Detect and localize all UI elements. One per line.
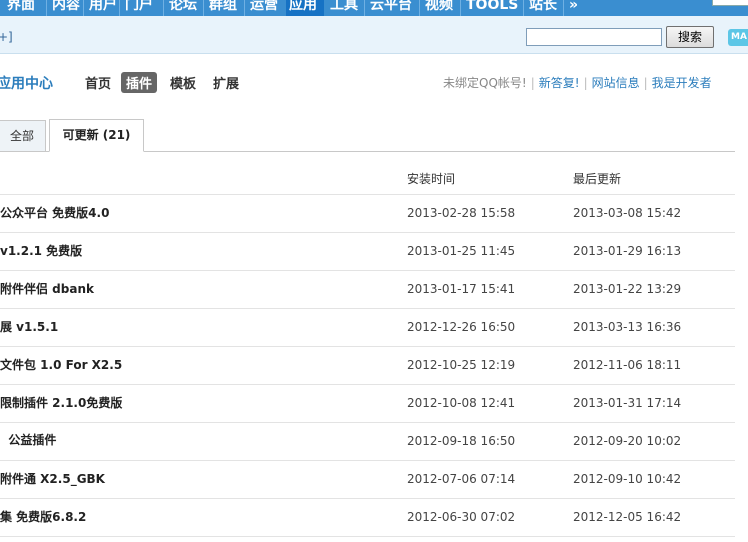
nav-separator [163,0,164,16]
plugin-name[interactable]: 文件包 1.0 For X2.5 [0,356,122,373]
subnav-templates[interactable]: 模板 [170,73,196,92]
install-time: 2012-10-25 12:19 [407,358,516,372]
last-update-time: 2013-03-13 16:36 [573,320,682,334]
expand-toggle[interactable]: +] [0,30,13,44]
row-divider [0,422,735,423]
search-input[interactable] [526,28,662,46]
row-divider [0,270,735,271]
link-divider: | [530,76,535,90]
install-time: 2013-01-25 11:45 [407,244,516,258]
subnav-home[interactable]: 首页 [85,73,111,92]
install-time: 2013-02-28 15:58 [407,206,516,220]
map-badge[interactable]: MA [728,29,748,46]
search-button[interactable]: 搜索 [666,26,714,48]
new-replies-link[interactable]: 新答复! [539,76,580,90]
plugin-name[interactable]: 公众平台 免费版4.0 [0,204,109,221]
plugin-name[interactable]: 限制插件 2.1.0免费版 [0,394,122,411]
subnav-plugins[interactable]: 插件 [121,72,158,93]
row-divider [0,232,735,233]
top-right-box [712,0,748,6]
nav-more-icon[interactable]: » [566,0,581,16]
last-update-time: 2012-12-05 16:42 [573,510,682,524]
nav-item-tools[interactable]: 工具 [327,0,361,16]
nav-item-video[interactable]: 视频 [422,0,456,16]
row-divider [0,460,735,461]
qq-bind-notice: 未绑定QQ帐号! [443,76,527,90]
nav-separator [523,0,524,16]
last-update-time: 2012-09-20 10:02 [573,434,682,448]
nav-separator [83,0,84,16]
nav-item-tools-en[interactable]: TOOLS [463,0,521,16]
developer-link[interactable]: 我是开发者 [652,76,712,90]
install-time: 2013-01-17 15:41 [407,282,516,296]
last-update-time: 2013-01-29 16:13 [573,244,682,258]
last-update-time: 2013-03-08 15:42 [573,206,682,220]
plugin-name[interactable]: 附件通 X2.5_GBK [0,470,105,487]
nav-separator [119,0,120,16]
site-info-link[interactable]: 网站信息 [592,76,640,90]
nav-item-forum[interactable]: 论坛 [166,0,200,16]
column-header-last-update: 最后更新 [573,172,622,186]
install-time: 2012-10-08 12:41 [407,396,516,410]
plugin-name[interactable]: 展 v1.5.1 [0,318,58,335]
install-time: 2012-12-26 16:50 [407,320,516,334]
header-links: 未绑定QQ帐号! | 新答复! | 网站信息 | 我是开发者 [443,74,712,91]
search-bar: +] 搜索 MA [0,16,748,54]
nav-item-groups[interactable]: 群组 [206,0,240,16]
tab-updatable[interactable]: 可更新 (21) [49,119,144,152]
nav-separator [244,0,245,16]
nav-separator [46,0,47,16]
row-divider [0,194,735,195]
subnav-extensions[interactable]: 扩展 [213,73,239,92]
nav-separator [419,0,420,16]
plugin-name[interactable]: 公益插件 [0,431,56,448]
last-update-time: 2013-01-31 17:14 [573,396,682,410]
nav-item-content[interactable]: 内容 [49,0,83,16]
plugin-name[interactable]: 附件伴侣 dbank [0,280,94,297]
row-divider [0,498,735,499]
last-update-time: 2013-01-22 13:29 [573,282,682,296]
row-divider [0,536,735,537]
nav-item-cloud[interactable]: 云平台 [367,0,415,16]
last-update-time: 2012-09-10 10:42 [573,472,682,486]
nav-separator [460,0,461,16]
install-time: 2012-07-06 07:14 [407,472,516,486]
nav-separator [563,0,564,16]
nav-item-apps[interactable]: 应用 [286,0,324,16]
row-divider [0,308,735,309]
nav-item-users[interactable]: 用户 [86,0,120,16]
nav-item-interface[interactable]: 界面 [4,0,38,16]
nav-separator [203,0,204,16]
link-divider: | [643,76,648,90]
page-title: 应用中心 [0,76,53,92]
row-divider [0,346,735,347]
plugin-name[interactable]: v1.2.1 免费版 [0,242,82,259]
column-header-install-time: 安装时间 [407,172,456,186]
install-time: 2012-09-18 16:50 [407,434,516,448]
nav-item-portal[interactable]: 门户 [122,0,156,16]
link-divider: | [583,76,588,90]
nav-separator [364,0,365,16]
nav-item-operations[interactable]: 运营 [247,0,281,16]
tab-all[interactable]: 全部 [0,120,46,152]
plugin-name[interactable]: 集 免费版6.8.2 [0,508,86,525]
last-update-time: 2012-11-06 18:11 [573,358,682,372]
top-navigation: 界面 内容 用户 门户 论坛 群组 运营 应用 工具 云平台 视频 TOOLS … [0,0,748,16]
nav-item-webmaster[interactable]: 站长 [526,0,560,16]
row-divider [0,384,735,385]
install-time: 2012-06-30 07:02 [407,510,516,524]
